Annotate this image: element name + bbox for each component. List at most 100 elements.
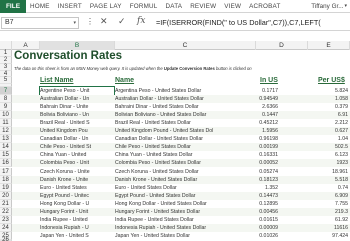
cell-name[interactable]: Bolivian Boliviano - United States Dolla… xyxy=(115,111,255,119)
cell-name[interactable]: Euro - United States Dollar xyxy=(115,184,255,192)
cell-name[interactable]: Hong Kong Dollar - United States Dollar xyxy=(115,200,255,208)
cell-list-name[interactable]: Hungary Forint - Unit xyxy=(40,208,114,216)
cell-per-us[interactable]: 11616 xyxy=(306,224,348,232)
file-tab[interactable]: FILE xyxy=(0,0,26,13)
cell-name[interactable]: Bahraini Dinar - United States Dollar xyxy=(115,103,255,111)
cell-list-name[interactable]: Danish Krone - Unite xyxy=(40,176,114,184)
row-header[interactable]: 2 xyxy=(0,57,12,64)
cell-list-name[interactable]: Euro - United States xyxy=(40,184,114,192)
cell-list-name[interactable]: Bolivia Boliviano - Un xyxy=(40,111,114,119)
cell-per-us[interactable]: 0.74 xyxy=(306,184,348,192)
cell-in-us[interactable]: 1.352 xyxy=(236,184,278,192)
row-header[interactable]: 24 xyxy=(0,224,12,233)
cell-list-name[interactable]: Bahrain Dinar - Unite xyxy=(40,103,114,111)
cell-name[interactable]: Hungary Forint - United States Dollar xyxy=(115,208,255,216)
select-all-corner[interactable] xyxy=(0,41,12,50)
cell-in-us[interactable]: 0.01615 xyxy=(236,216,278,224)
cell-list-name[interactable]: Australian Dollar - Un xyxy=(40,95,114,103)
update-rates-button[interactable]: Update Conversion Rates xyxy=(164,66,215,71)
cell-name[interactable]: China Yuan - United States Dollar xyxy=(115,151,255,159)
cell-name[interactable]: India Rupee - United States Dollar xyxy=(115,216,255,224)
cell-list-name[interactable]: Czech Koruna - Unite xyxy=(40,168,114,176)
formula-input[interactable]: =IF(ISERROR(FIND(" to US Dollar",C7)),C7… xyxy=(156,17,350,29)
tab-review[interactable]: REVIEW xyxy=(186,0,220,12)
cell-in-us[interactable]: 0.16331 xyxy=(236,151,278,159)
drag-handle-icon[interactable]: ⋮ xyxy=(86,17,94,26)
insert-function-icon[interactable]: fx xyxy=(137,16,145,26)
cell-list-name[interactable]: Japan Yen - United S xyxy=(40,232,114,240)
row-header[interactable]: 9 xyxy=(0,102,12,111)
cell-in-us[interactable]: 0.94549 xyxy=(236,95,278,103)
row-header[interactable]: 5 xyxy=(0,77,12,84)
cell-name[interactable]: United Kingdom Pound - United States Dol xyxy=(115,127,255,135)
row-header[interactable]: 21 xyxy=(0,199,12,208)
tab-acrobat[interactable]: ACROBAT xyxy=(245,0,284,12)
row-header[interactable]: 10 xyxy=(0,110,12,119)
row-header[interactable]: 17 xyxy=(0,167,12,176)
cell-in-us[interactable]: 2.6366 xyxy=(236,103,278,111)
cell-per-us[interactable]: 6.909 xyxy=(306,192,348,200)
tab-insert[interactable]: INSERT xyxy=(54,0,86,12)
cell-in-us[interactable]: 0.45212 xyxy=(236,119,278,127)
row-header[interactable]: 16 xyxy=(0,159,12,168)
cell-per-us[interactable]: 6.91 xyxy=(306,111,348,119)
cell-name[interactable]: Indonesia Rupiah - United States Dollar xyxy=(115,224,255,232)
column-header[interactable]: E xyxy=(308,41,350,50)
cell-name[interactable]: Argentina Peso - United States Dollar xyxy=(115,87,255,95)
cell-list-name[interactable]: India Rupee - United xyxy=(40,216,114,224)
row-header[interactable]: 14 xyxy=(0,143,12,152)
cell-per-us[interactable]: 0.627 xyxy=(306,127,348,135)
cell-per-us[interactable]: 5.518 xyxy=(306,176,348,184)
cell-name[interactable]: Japan Yen - United States Dollar xyxy=(115,232,255,240)
cell-per-us[interactable]: 6.123 xyxy=(306,151,348,159)
cell-name[interactable]: Chile Peso - United States Dollar xyxy=(115,143,255,151)
row-header[interactable]: 15 xyxy=(0,151,12,160)
cell-in-us[interactable]: 1.5956 xyxy=(236,127,278,135)
row-header[interactable]: 19 xyxy=(0,183,12,192)
cell-name[interactable]: Egypt Pound - United States Dollar xyxy=(115,192,255,200)
account-menu[interactable]: Tiffany Gr... ▾ xyxy=(311,0,350,12)
cell-name[interactable]: Brazil Real - United States Dollar xyxy=(115,119,255,127)
cell-in-us[interactable]: 0.00456 xyxy=(236,208,278,216)
cell-list-name[interactable]: Canadian Dollar - Un xyxy=(40,135,114,143)
column-header[interactable]: B xyxy=(40,41,115,50)
name-box[interactable]: B7 ▾ xyxy=(1,17,79,29)
cell-in-us[interactable]: 0.1447 xyxy=(236,111,278,119)
cell-in-us[interactable]: 0.1717 xyxy=(236,87,278,95)
row-header[interactable]: 7 xyxy=(0,86,12,95)
row-header[interactable]: 12 xyxy=(0,127,12,136)
cell-per-us[interactable]: 97.424 xyxy=(306,232,348,240)
cell-in-us[interactable]: 0.18123 xyxy=(236,176,278,184)
cell-in-us[interactable]: 0.05274 xyxy=(236,168,278,176)
cell-name[interactable]: Canadian Dollar - United States Dollar xyxy=(115,135,255,143)
cell-in-us[interactable]: 0.14473 xyxy=(236,192,278,200)
tab-view[interactable]: VIEW xyxy=(220,0,245,12)
enter-check-icon[interactable]: ✓ xyxy=(118,16,126,27)
cell-per-us[interactable]: 219.3 xyxy=(306,208,348,216)
tab-page-layout[interactable]: PAGE LAY xyxy=(86,0,126,12)
cell-list-name[interactable]: Hong Kong Dollar - U xyxy=(40,200,114,208)
cell-name[interactable]: Danish Krone - United States Dollar xyxy=(115,176,255,184)
cell-in-us[interactable]: 0.01026 xyxy=(236,232,278,240)
cell-per-us[interactable]: 18.961 xyxy=(306,168,348,176)
column-header[interactable]: D xyxy=(256,41,308,50)
cell-list-name[interactable]: Indonesia Rupiah - U xyxy=(40,224,114,232)
row-header[interactable]: 20 xyxy=(0,191,12,200)
cell-name[interactable]: Colombia Peso - United States Dollar xyxy=(115,159,255,167)
cell-in-us[interactable]: 0.96198 xyxy=(236,135,278,143)
cell-list-name[interactable]: Brazil Real - United S xyxy=(40,119,114,127)
tab-data[interactable]: DATA xyxy=(162,0,187,12)
cancel-icon[interactable]: ✕ xyxy=(100,16,108,27)
cell-name[interactable]: Czech Koruna - United States Dollar xyxy=(115,168,255,176)
cell-per-us[interactable]: 1923 xyxy=(306,159,348,167)
cell-list-name[interactable]: China Yuan - United xyxy=(40,151,114,159)
row-header[interactable]: 18 xyxy=(0,175,12,184)
cell-per-us[interactable]: 5.824 xyxy=(306,87,348,95)
tab-home[interactable]: HOME xyxy=(26,0,54,12)
cell-per-us[interactable]: 1.058 xyxy=(306,95,348,103)
cell-per-us[interactable]: 1.04 xyxy=(306,135,348,143)
row-header[interactable]: 23 xyxy=(0,216,12,225)
cell-list-name[interactable]: Egypt Pound - Unitec xyxy=(40,192,114,200)
row-header[interactable]: 8 xyxy=(0,94,12,103)
row-header[interactable]: 13 xyxy=(0,135,12,144)
